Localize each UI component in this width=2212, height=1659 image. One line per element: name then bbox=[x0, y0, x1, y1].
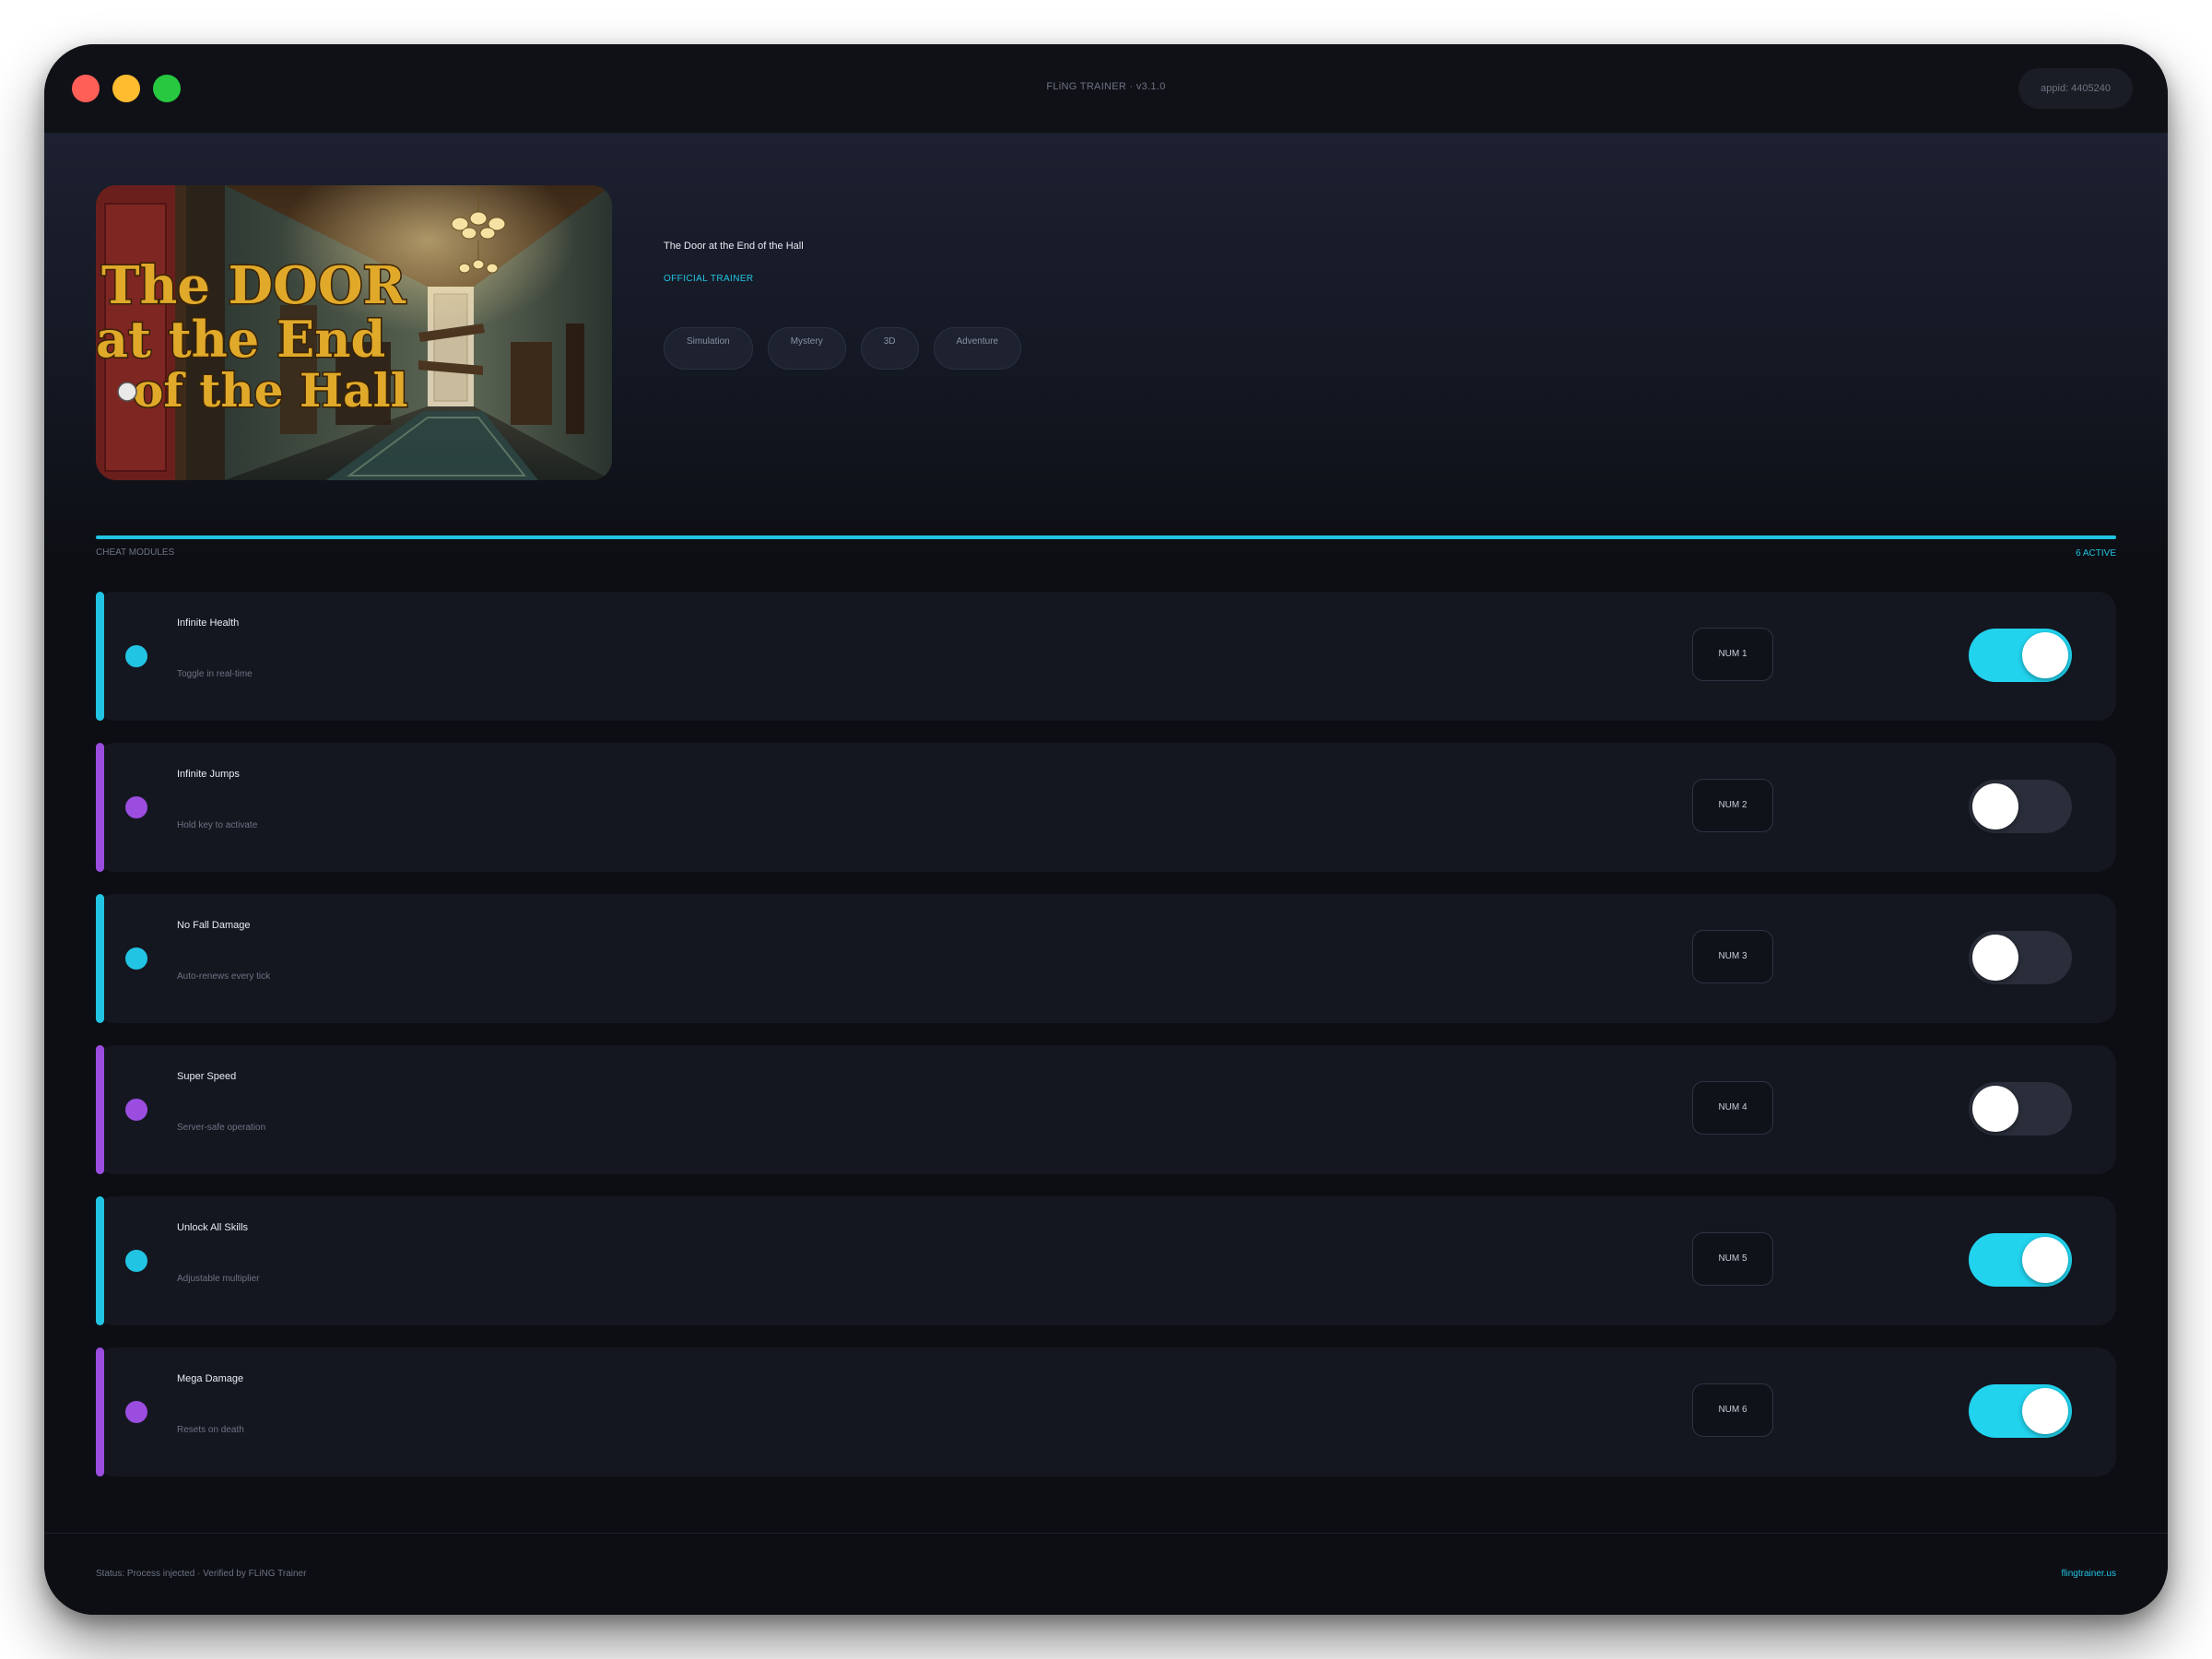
game-title: The Door at the End of the Hall bbox=[664, 241, 804, 252]
status-footer: Status: Process injected · Verified by F… bbox=[44, 1533, 2168, 1615]
genre-tag: Simulation bbox=[664, 327, 753, 370]
module-toggle[interactable] bbox=[1969, 629, 2072, 682]
module-description: Auto-renews every tick bbox=[177, 971, 271, 982]
website-link[interactable]: flingtrainer.us bbox=[2062, 1569, 2116, 1579]
modules-section-label: CHEAT MODULES bbox=[96, 547, 175, 558]
cheat-module-card: Mega Damage Resets on death NUM 6 bbox=[96, 1347, 2116, 1477]
hotkey-button[interactable]: NUM 1 bbox=[1692, 628, 1773, 681]
cover-logo-line-2: at the End bbox=[96, 310, 385, 369]
toggle-knob bbox=[2022, 1237, 2068, 1283]
module-accent-bar bbox=[96, 743, 104, 872]
module-accent-bar bbox=[96, 1347, 104, 1477]
module-description: Hold key to activate bbox=[177, 820, 258, 830]
module-accent-bar bbox=[96, 894, 104, 1023]
active-count: 6 ACTIVE bbox=[2076, 548, 2116, 559]
module-toggle[interactable] bbox=[1969, 1233, 2072, 1287]
module-description: Toggle in real-time bbox=[177, 669, 253, 679]
module-name: No Fall Damage bbox=[177, 920, 251, 931]
status-text: Status: Process injected · Verified by F… bbox=[96, 1569, 307, 1579]
module-toggle[interactable] bbox=[1969, 1082, 2072, 1135]
module-name: Unlock All Skills bbox=[177, 1222, 249, 1233]
toggle-knob bbox=[2022, 1388, 2068, 1434]
game-hero: The DOOR at the End of the Hall The Door… bbox=[44, 134, 2168, 567]
module-status-dot bbox=[125, 796, 147, 818]
genre-tag: Mystery bbox=[767, 327, 846, 370]
module-name: Infinite Jumps bbox=[177, 769, 240, 780]
module-status-dot bbox=[125, 645, 147, 667]
module-name: Mega Damage bbox=[177, 1373, 244, 1384]
module-name: Super Speed bbox=[177, 1071, 237, 1082]
module-name: Infinite Health bbox=[177, 618, 240, 629]
module-status-dot bbox=[125, 1250, 147, 1272]
genre-tags: Simulation Mystery 3D Adventure bbox=[664, 327, 1022, 370]
toggle-knob bbox=[2022, 632, 2068, 678]
modules-divider bbox=[96, 535, 2116, 539]
genre-tag: 3D bbox=[860, 327, 919, 370]
cheat-module-card: Super Speed Server-safe operation NUM 4 bbox=[96, 1045, 2116, 1174]
module-accent-bar bbox=[96, 592, 104, 721]
module-toggle[interactable] bbox=[1969, 931, 2072, 984]
module-status-dot bbox=[125, 1401, 147, 1423]
hotkey-button[interactable]: NUM 3 bbox=[1692, 930, 1773, 983]
cover-logo-line-3: of the Hall bbox=[133, 363, 408, 418]
cheat-module-card: Infinite Jumps Hold key to activate NUM … bbox=[96, 743, 2116, 872]
appid-badge: appid: 4405240 bbox=[2018, 68, 2133, 109]
module-description: Resets on death bbox=[177, 1425, 244, 1435]
module-toggle[interactable] bbox=[1969, 1384, 2072, 1438]
module-accent-bar bbox=[96, 1196, 104, 1325]
game-cover-image: The DOOR at the End of the Hall bbox=[96, 185, 612, 480]
cheat-module-card: Unlock All Skills Adjustable multiplier … bbox=[96, 1196, 2116, 1325]
hotkey-button[interactable]: NUM 4 bbox=[1692, 1081, 1773, 1135]
toggle-knob bbox=[1972, 935, 2018, 981]
module-description: Adjustable multiplier bbox=[177, 1274, 260, 1284]
window-title: FLiNG TRAINER · v3.1.0 bbox=[1046, 81, 1166, 92]
toggle-knob bbox=[1972, 1086, 2018, 1132]
cover-logo-line-1: The DOOR bbox=[101, 255, 406, 316]
cheat-module-card: Infinite Health Toggle in real-time NUM … bbox=[96, 592, 2116, 721]
module-toggle[interactable] bbox=[1969, 780, 2072, 833]
toggle-knob bbox=[1972, 783, 2018, 830]
module-status-dot bbox=[125, 947, 147, 970]
hotkey-button[interactable]: NUM 6 bbox=[1692, 1383, 1773, 1437]
module-description: Server-safe operation bbox=[177, 1123, 266, 1133]
cheat-module-card: No Fall Damage Auto-renews every tick NU… bbox=[96, 894, 2116, 1023]
genre-tag: Adventure bbox=[933, 327, 1022, 370]
module-status-dot bbox=[125, 1099, 147, 1121]
official-trainer-label: OFFICIAL TRAINER bbox=[664, 274, 754, 284]
hotkey-button[interactable]: NUM 2 bbox=[1692, 779, 1773, 832]
hotkey-button[interactable]: NUM 5 bbox=[1692, 1232, 1773, 1286]
trainer-window: FLiNG TRAINER · v3.1.0 appid: 4405240 Th… bbox=[44, 44, 2168, 1615]
module-accent-bar bbox=[96, 1045, 104, 1174]
title-bar: FLiNG TRAINER · v3.1.0 appid: 4405240 bbox=[44, 44, 2168, 134]
